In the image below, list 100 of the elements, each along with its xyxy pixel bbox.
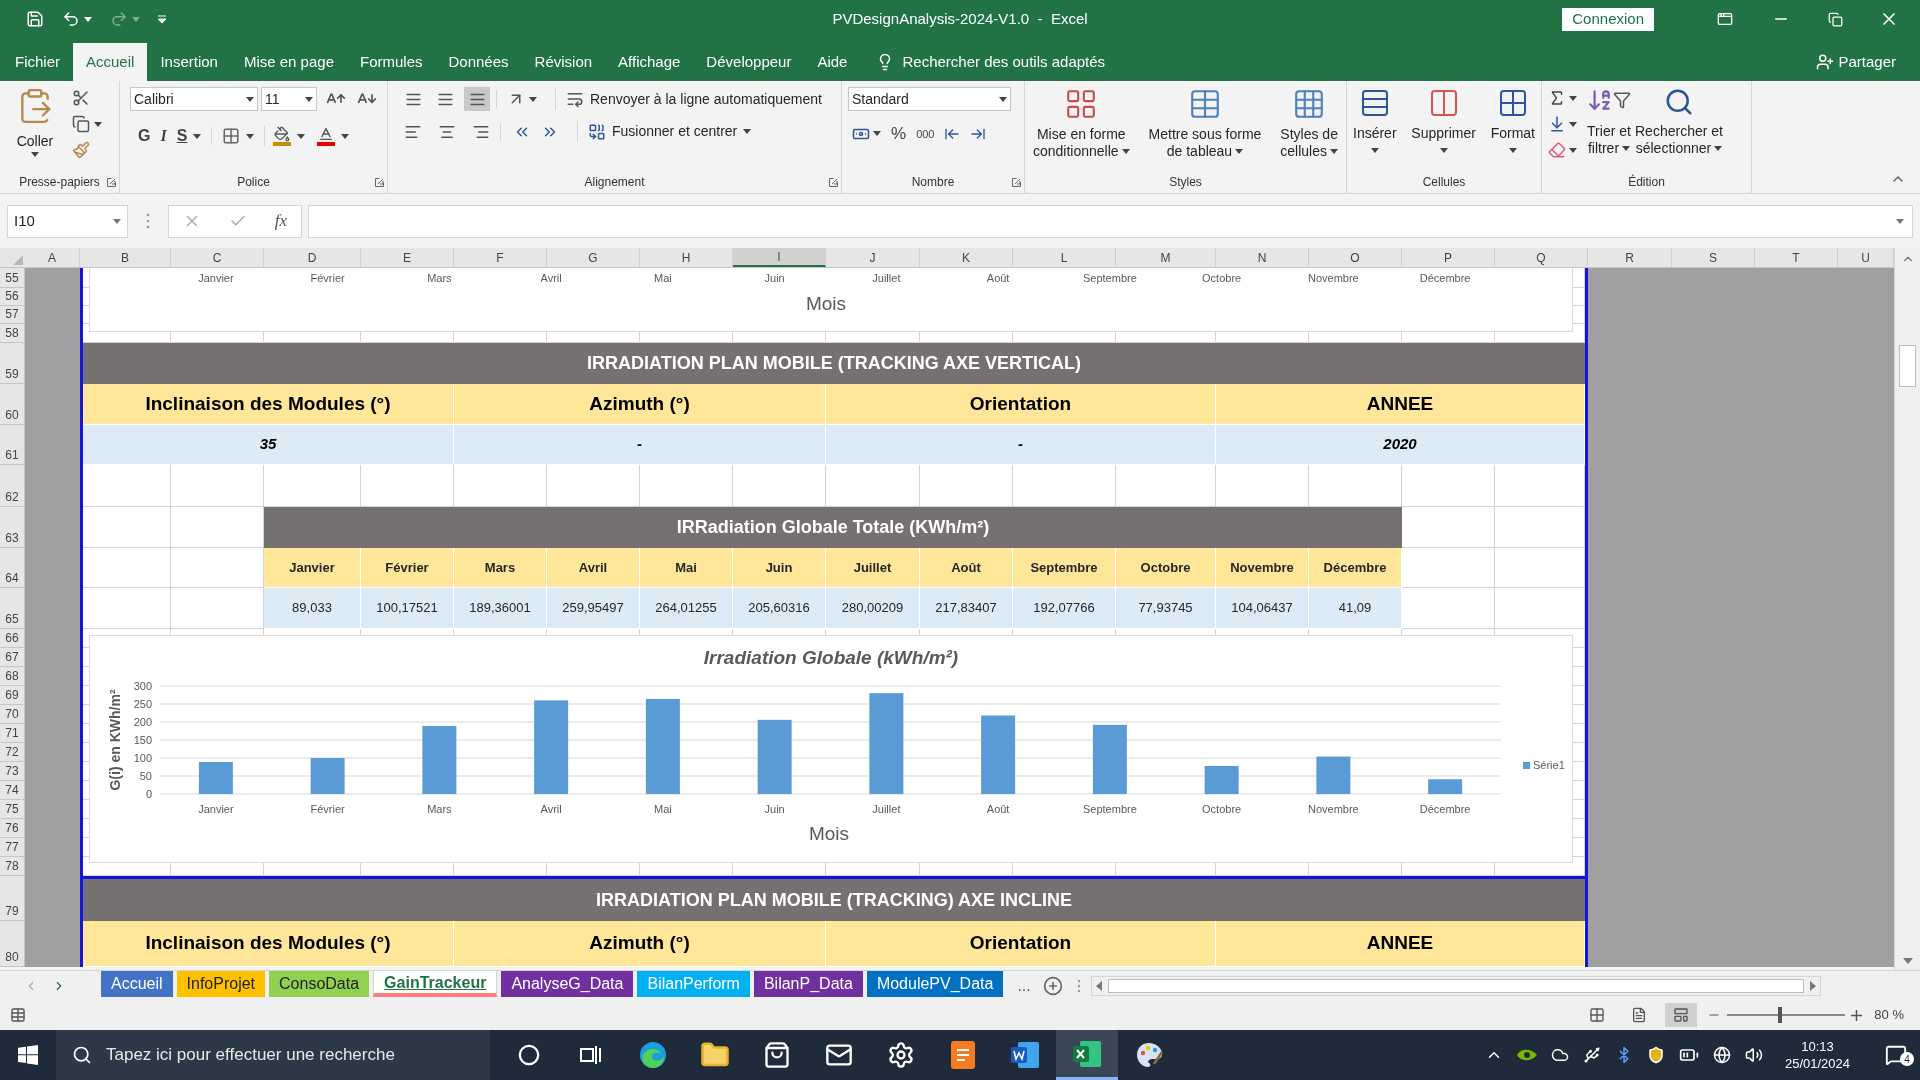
scroll-thumb[interactable] bbox=[1899, 345, 1916, 387]
column-header[interactable]: C bbox=[171, 248, 264, 267]
column-header[interactable]: R bbox=[1588, 248, 1672, 267]
view-button[interactable] bbox=[1665, 1003, 1698, 1027]
row-header[interactable]: 72 bbox=[0, 743, 25, 762]
column-header[interactable]: Q bbox=[1495, 248, 1588, 267]
column-header[interactable]: I bbox=[733, 248, 826, 267]
column-header[interactable]: G bbox=[547, 248, 640, 267]
row-header[interactable]: 58 bbox=[0, 324, 25, 343]
sign-in-button[interactable]: Connexion bbox=[1562, 7, 1654, 31]
column-header[interactable]: E bbox=[361, 248, 454, 267]
network-icon[interactable] bbox=[1712, 1046, 1731, 1064]
row-header[interactable]: 75 bbox=[0, 800, 25, 819]
column-header[interactable]: N bbox=[1216, 248, 1309, 267]
row-header[interactable]: 80 bbox=[0, 921, 25, 967]
customize-toolbar-icon[interactable] bbox=[158, 15, 166, 23]
row-header[interactable]: 55 bbox=[0, 268, 25, 288]
column-header[interactable]: B bbox=[80, 248, 171, 267]
column-header[interactable]: A bbox=[25, 248, 80, 267]
row-header[interactable]: 68 bbox=[0, 667, 25, 686]
row-header[interactable]: 78 bbox=[0, 857, 25, 876]
row-header[interactable]: 64 bbox=[0, 548, 25, 588]
scroll-thumb[interactable] bbox=[1107, 978, 1804, 993]
copy-icon[interactable] bbox=[72, 115, 90, 133]
column-header[interactable]: T bbox=[1755, 248, 1838, 267]
row-header[interactable]: 66 bbox=[0, 629, 25, 648]
row-header[interactable]: 61 bbox=[0, 425, 25, 465]
restore-icon[interactable] bbox=[1827, 11, 1843, 27]
column-header[interactable]: D bbox=[264, 248, 361, 267]
number-format-field[interactable]: Standard bbox=[848, 87, 1011, 111]
dialog-launcher-icon[interactable] bbox=[1012, 178, 1021, 187]
row-header[interactable]: 59 bbox=[0, 343, 25, 384]
ribbon-tab[interactable]: Données bbox=[435, 43, 522, 81]
drag-handle-icon[interactable] bbox=[146, 213, 150, 229]
row-header[interactable]: 69 bbox=[0, 686, 25, 705]
ribbon-tab[interactable]: Mise en page bbox=[230, 43, 347, 81]
ribbon-tab[interactable]: Accueil bbox=[73, 43, 148, 81]
row-header[interactable]: 77 bbox=[0, 838, 25, 857]
row-header[interactable]: 70 bbox=[0, 705, 25, 724]
column-header[interactable]: S bbox=[1672, 248, 1755, 267]
ribbon-tab[interactable]: Affichage bbox=[605, 43, 694, 81]
styles-button[interactable]: Mettre sous forme de tableau bbox=[1146, 87, 1264, 171]
slider-thumb[interactable] bbox=[1778, 1007, 1783, 1023]
column-header[interactable]: F bbox=[454, 248, 547, 267]
row-header[interactable]: 67 bbox=[0, 648, 25, 667]
eraser-icon[interactable] bbox=[1548, 141, 1566, 159]
row-header[interactable]: 56 bbox=[0, 288, 25, 306]
cloud-icon[interactable] bbox=[1550, 1046, 1569, 1064]
undo-icon[interactable] bbox=[62, 10, 80, 28]
volume-icon[interactable] bbox=[1744, 1046, 1763, 1064]
share-button[interactable]: Partager bbox=[1816, 43, 1920, 81]
horizontal-scrollbar[interactable] bbox=[1090, 975, 1821, 996]
add-sheet-icon[interactable] bbox=[1042, 975, 1063, 996]
row-header[interactable]: 63 bbox=[0, 507, 25, 548]
zoom-in-icon[interactable] bbox=[1851, 1009, 1863, 1021]
insert-function-button[interactable]: fx bbox=[274, 208, 288, 234]
cells-button[interactable]: Insérer bbox=[1353, 87, 1397, 171]
cells-button[interactable]: Supprimer bbox=[1411, 87, 1476, 171]
row-header[interactable]: 71 bbox=[0, 724, 25, 743]
row-header[interactable]: 79 bbox=[0, 876, 25, 921]
sheet-tab[interactable]: GainTrackeur bbox=[373, 971, 498, 997]
borders-icon[interactable] bbox=[222, 127, 241, 145]
thousands-button[interactable]: 000 bbox=[916, 125, 935, 142]
clock[interactable]: 10:13 25/01/2024 bbox=[1776, 1038, 1858, 1072]
row-header[interactable]: 65 bbox=[0, 588, 25, 629]
column-header[interactable]: O bbox=[1309, 248, 1402, 267]
drag-handle-icon[interactable] bbox=[1076, 978, 1081, 993]
cut-icon[interactable] bbox=[72, 89, 90, 107]
scroll-right-icon[interactable] bbox=[1809, 980, 1816, 991]
fill-color-icon[interactable] bbox=[273, 126, 292, 146]
sort-filter-button[interactable]: Trier et filtrer bbox=[1587, 87, 1631, 171]
row-header[interactable]: 57 bbox=[0, 306, 25, 324]
save-icon[interactable] bbox=[26, 10, 44, 28]
bold-button[interactable]: G bbox=[138, 124, 151, 148]
column-header[interactable]: K bbox=[920, 248, 1013, 267]
font-color-icon[interactable] bbox=[317, 126, 336, 146]
column-header[interactable]: M bbox=[1116, 248, 1216, 267]
sheet-tab[interactable]: ModulePV_Data bbox=[866, 971, 1004, 997]
sheet-tab[interactable]: InfoProjet bbox=[176, 971, 266, 997]
row-header[interactable]: 73 bbox=[0, 762, 25, 781]
formula-input[interactable] bbox=[308, 204, 1913, 238]
scroll-left-icon[interactable] bbox=[1095, 980, 1102, 991]
column-header[interactable]: J bbox=[826, 248, 920, 267]
underline-button[interactable]: S bbox=[176, 124, 188, 148]
search-field[interactable]: Tapez ici pour effectuer une recherche bbox=[106, 1042, 474, 1068]
percent-button[interactable]: % bbox=[891, 121, 907, 147]
column-header[interactable]: P bbox=[1402, 248, 1495, 267]
more-sheets-button[interactable]: ... bbox=[1017, 973, 1031, 998]
row-header[interactable]: 76 bbox=[0, 819, 25, 838]
macro-record-icon[interactable] bbox=[10, 1007, 26, 1023]
sheet-tab[interactable]: Accueil bbox=[101, 971, 173, 997]
font-name-field[interactable]: Calibri bbox=[130, 87, 258, 111]
zoom-slider[interactable] bbox=[1727, 1007, 1846, 1023]
row-header[interactable]: 60 bbox=[0, 384, 25, 425]
font-size-field[interactable]: 11 bbox=[261, 87, 317, 111]
styles-button[interactable]: Styles de cellules bbox=[1278, 87, 1340, 171]
sheet-tab[interactable]: ConsoData bbox=[269, 971, 370, 997]
usb-icon[interactable] bbox=[1582, 1046, 1601, 1064]
wrap-text-button[interactable]: Renvoyer à la ligne automatiquement bbox=[555, 88, 822, 110]
vertical-align-icon[interactable] bbox=[464, 87, 490, 111]
